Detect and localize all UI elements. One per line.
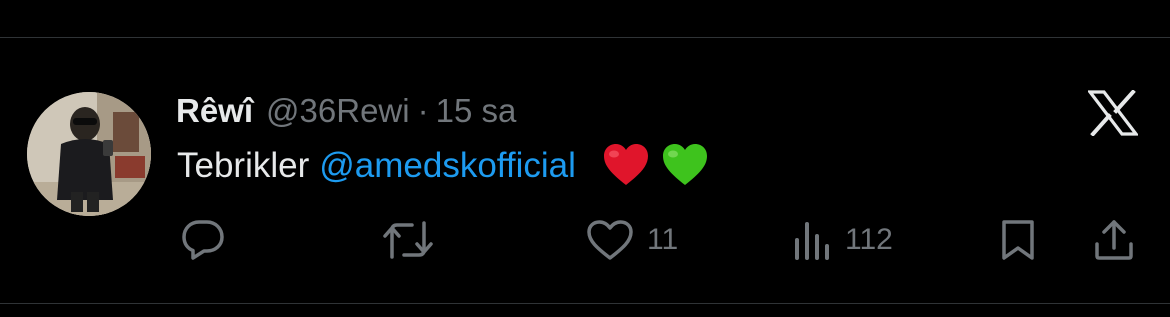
like-count: 11 bbox=[647, 223, 679, 256]
tweet-header: Rêwî @36Rewi · 15 sa bbox=[176, 88, 516, 134]
divider-bottom bbox=[0, 303, 1170, 304]
tweet-text-prefix: Tebrikler bbox=[177, 146, 310, 185]
tweet-action-bar: 11 112 bbox=[0, 218, 1170, 262]
like-icon bbox=[585, 218, 635, 262]
retweet-icon bbox=[382, 218, 434, 262]
share-icon bbox=[1092, 218, 1136, 262]
bookmark-icon bbox=[998, 218, 1038, 262]
green-heart-emoji bbox=[661, 142, 709, 190]
reply-icon bbox=[180, 218, 226, 262]
author-display-name[interactable]: Rêwî bbox=[176, 92, 253, 130]
views-icon bbox=[793, 218, 833, 262]
x-logo-icon[interactable] bbox=[1086, 89, 1140, 137]
retweet-button[interactable] bbox=[382, 218, 434, 262]
avatar[interactable] bbox=[27, 92, 151, 216]
mention-link[interactable]: @amedskofficial bbox=[319, 146, 576, 186]
tweet-timestamp[interactable]: 15 sa bbox=[436, 92, 517, 130]
view-count: 112 bbox=[845, 223, 893, 256]
reply-button[interactable] bbox=[180, 218, 226, 262]
separator-dot: · bbox=[417, 92, 429, 129]
tweet-text: Tebrikler @amedskofficial bbox=[177, 141, 709, 191]
share-button[interactable] bbox=[1092, 218, 1136, 262]
like-button[interactable]: 11 bbox=[585, 218, 678, 262]
author-handle[interactable]: @36Rewi bbox=[266, 92, 410, 130]
bookmark-button[interactable] bbox=[998, 218, 1038, 262]
red-heart-emoji bbox=[602, 142, 650, 190]
divider-top bbox=[0, 37, 1170, 38]
views-button[interactable]: 112 bbox=[793, 218, 893, 262]
